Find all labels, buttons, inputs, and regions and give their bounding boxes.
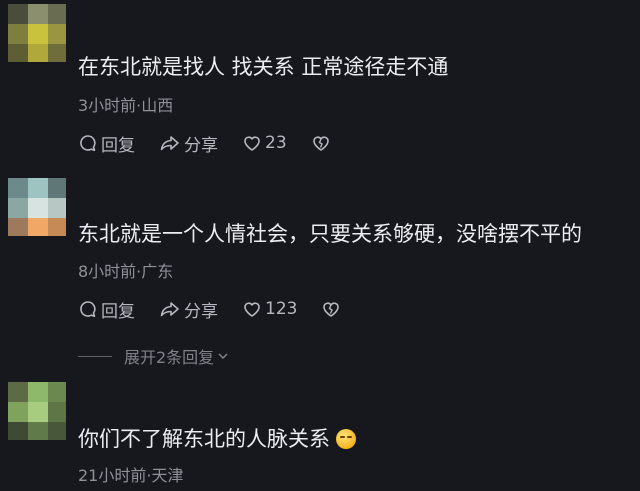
share-button[interactable]: 分享 <box>159 297 218 322</box>
share-label: 分享 <box>184 301 218 322</box>
comment-text: 在东北就是找人 找关系 正常途径走不通 <box>78 55 449 79</box>
reply-label: 回复 <box>101 135 135 156</box>
comment-text-content: 你们不了解东北的人脉关系 <box>78 427 330 451</box>
broken-heart-icon <box>312 136 329 151</box>
reply-bubble-icon <box>80 135 96 151</box>
comment-time-location: 3小时前·山西 <box>78 96 174 115</box>
comment-text: 你们不了解东北的人脉关系 <box>78 425 356 453</box>
dislike-button[interactable] <box>311 133 334 153</box>
like-button[interactable]: 123 <box>242 299 297 319</box>
comment-time-location: 21小时前·天津 <box>78 466 184 485</box>
like-count: 23 <box>265 133 287 153</box>
dislike-button[interactable] <box>321 299 344 319</box>
share-arrow-icon <box>160 136 179 151</box>
avatar[interactable] <box>8 382 66 440</box>
share-label: 分享 <box>184 135 218 156</box>
reply-button[interactable]: 回复 <box>78 297 135 322</box>
comment-time-location: 8小时前·广东 <box>78 262 174 281</box>
like-button[interactable]: 23 <box>242 133 287 153</box>
comment-text: 东北就是一个人情社会，只要关系够硬，没啥摆不平的 <box>78 222 582 246</box>
heart-icon <box>244 136 260 151</box>
comment-actions: 回复 分享 123 <box>78 297 368 322</box>
reply-button[interactable]: 回复 <box>78 131 135 156</box>
share-arrow-icon <box>160 302 179 317</box>
avatar[interactable] <box>8 178 66 236</box>
heart-icon <box>244 302 260 317</box>
comment-actions: 回复 分享 23 <box>78 131 358 156</box>
reply-bubble-icon <box>80 301 96 317</box>
broken-heart-icon <box>323 302 340 317</box>
divider <box>78 355 112 357</box>
chevron-down-icon <box>218 353 228 360</box>
expand-replies-button[interactable]: 展开2条回复 <box>78 344 230 368</box>
like-count: 123 <box>265 299 298 319</box>
smirk-emoji-icon <box>336 429 356 449</box>
avatar[interactable] <box>8 4 66 62</box>
expand-replies-label: 展开2条回复 <box>124 348 215 367</box>
reply-label: 回复 <box>101 301 135 322</box>
share-button[interactable]: 分享 <box>159 131 218 156</box>
